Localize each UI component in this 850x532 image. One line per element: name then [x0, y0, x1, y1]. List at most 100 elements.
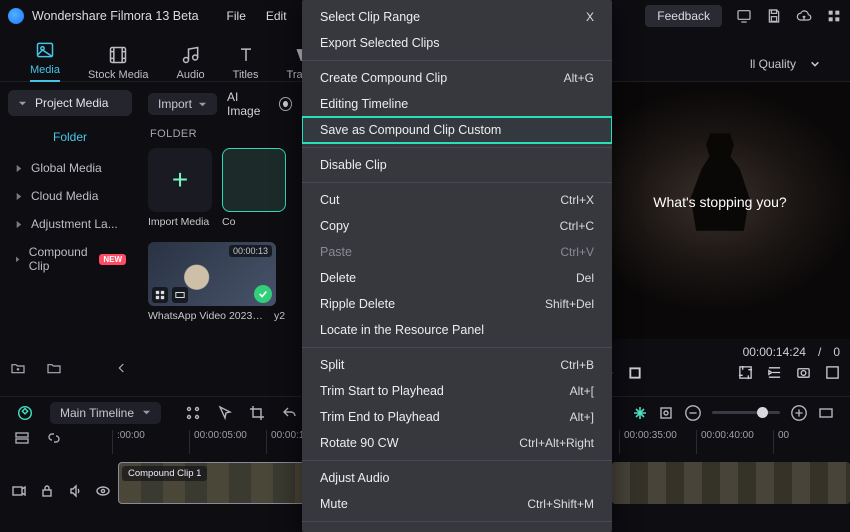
timeline-clip-label: Compound Clip 1 [122, 466, 207, 481]
quality-selector[interactable]: ll Quality [750, 57, 820, 81]
sparkle-icon[interactable] [632, 405, 648, 421]
timeline-clip-2[interactable] [612, 462, 850, 504]
ctx-trim-start[interactable]: Trim Start to PlayheadAlt+[ [302, 378, 612, 404]
chevron-down-icon [142, 408, 151, 417]
sidebar-bottom-tools [10, 360, 130, 376]
menu-file[interactable]: File [227, 9, 246, 23]
ctx-delete[interactable]: DeleteDel [302, 265, 612, 291]
crop-tool-icon[interactable] [249, 405, 265, 421]
time-total: 0 [833, 345, 840, 359]
marker-icon[interactable] [658, 405, 674, 421]
preview-canvas[interactable]: What's stopping you? [590, 82, 850, 339]
link-icon[interactable] [46, 430, 62, 446]
import-media-tile[interactable]: + [148, 148, 212, 212]
tab-media[interactable]: Media [30, 40, 60, 82]
clip-duration: 00:00:13 [229, 245, 272, 257]
project-media-selector[interactable]: Project Media [8, 90, 132, 116]
ctx-editing-timeline[interactable]: Editing Timeline [302, 91, 612, 117]
caret-right-icon [14, 192, 23, 201]
zoom-out-icon[interactable] [684, 404, 702, 422]
ctx-cut[interactable]: CutCtrl+X [302, 187, 612, 213]
grid-icon[interactable] [826, 8, 842, 24]
ctx-mute[interactable]: MuteCtrl+Shift+M [302, 491, 612, 517]
snapshot-icon[interactable] [796, 365, 811, 380]
collapse-left-icon[interactable] [114, 360, 130, 376]
feedback-button[interactable]: Feedback [645, 5, 722, 27]
cloud-upload-icon[interactable] [796, 8, 812, 24]
expand-icon[interactable] [825, 365, 840, 380]
ctx-select-clip-range[interactable]: Select Clip RangeX [302, 4, 612, 30]
zoom-slider[interactable] [712, 411, 780, 414]
record-icon[interactable] [279, 97, 292, 111]
track-head-controls [12, 484, 110, 498]
crop-icon[interactable] [738, 365, 753, 380]
project-media-label: Project Media [35, 96, 108, 110]
ctx-copy[interactable]: CopyCtrl+C [302, 213, 612, 239]
tab-audio-label: Audio [177, 69, 205, 81]
check-icon [254, 285, 272, 303]
folder-icon[interactable] [46, 360, 62, 376]
ctx-disable-clip[interactable]: Disable Clip [302, 152, 612, 178]
ctx-adjust-audio[interactable]: Adjust Audio [302, 465, 612, 491]
ctx-rotate[interactable]: Rotate 90 CWCtrl+Alt+Right [302, 430, 612, 456]
save-icon[interactable] [766, 8, 782, 24]
video-track-icon[interactable] [12, 484, 26, 498]
clip-thumbnail[interactable]: 00:00:13 [148, 242, 276, 306]
ai-image-button[interactable]: AI Image [227, 90, 269, 118]
chevron-down-icon [18, 99, 27, 108]
timeline-clip[interactable]: Compound Clip 1 [118, 462, 308, 504]
sidebar-item-compound-clip[interactable]: Compound Clip NEW [8, 238, 132, 280]
main-timeline-label: Main Timeline [60, 406, 134, 420]
tab-media-label: Media [30, 64, 60, 76]
visibility-icon[interactable] [96, 484, 110, 498]
menu-edit[interactable]: Edit [266, 9, 287, 23]
import-button[interactable]: Import [148, 93, 217, 115]
compound-indicator-icon[interactable] [16, 404, 34, 422]
ruler-tick: 00:00:35:00 [619, 430, 696, 454]
ctx-ripple-delete[interactable]: Ripple DeleteShift+Del [302, 291, 612, 317]
quality-label: ll Quality [750, 57, 796, 71]
zoom-in-icon[interactable] [790, 404, 808, 422]
mute-icon[interactable] [68, 484, 82, 498]
preview-caption: What's stopping you? [590, 194, 850, 210]
ctx-ai-vocal-remover[interactable]: AI Vocal Remover [302, 526, 612, 532]
ctx-export-selected[interactable]: Export Selected Clips [302, 30, 612, 56]
picture-icon [35, 40, 55, 60]
tab-stock-media[interactable]: Stock Media [88, 45, 149, 81]
app-icon [8, 8, 24, 24]
ctx-separator [302, 60, 612, 61]
ctx-create-compound[interactable]: Create Compound ClipAlt+G [302, 65, 612, 91]
folder-plus-icon[interactable] [10, 360, 26, 376]
tab-titles[interactable]: Titles [233, 45, 259, 81]
ctx-locate-resource[interactable]: Locate in the Resource Panel [302, 317, 612, 343]
music-icon [181, 45, 201, 65]
layers-icon[interactable] [14, 430, 30, 446]
caret-right-icon [14, 220, 23, 229]
stop-icon[interactable] [628, 366, 642, 380]
sidebar-item-adjustment[interactable]: Adjustment La... [8, 210, 132, 238]
main-timeline-selector[interactable]: Main Timeline [50, 402, 161, 424]
fit-icon[interactable] [818, 405, 834, 421]
compound-tile[interactable] [222, 148, 286, 212]
grid-tool-icon[interactable] [185, 405, 201, 421]
screen-icon[interactable] [736, 8, 752, 24]
preview-pane: What's stopping you? 00:00:14:24 / 0 [590, 82, 850, 382]
ctx-save-compound-custom[interactable]: Save as Compound Clip Custom [302, 117, 612, 143]
undo-icon[interactable] [281, 405, 297, 421]
sidebar-item-label: Compound Clip [29, 245, 92, 273]
folder-heading: Folder [8, 130, 132, 144]
media-panel: Import AI Image FOLDER + Import Media Co… [140, 82, 300, 380]
ctx-split[interactable]: SplitCtrl+B [302, 352, 612, 378]
pointer-tool-icon[interactable] [217, 405, 233, 421]
sidebar-item-cloud-media[interactable]: Cloud Media [8, 182, 132, 210]
sidebar-item-global-media[interactable]: Global Media [8, 154, 132, 182]
zoom-knob[interactable] [757, 407, 768, 418]
film-icon [108, 45, 128, 65]
ctx-trim-end[interactable]: Trim End to PlayheadAlt+] [302, 404, 612, 430]
grid-badge-icon [152, 287, 168, 303]
lock-icon[interactable] [40, 484, 54, 498]
folder-header: FOLDER [150, 128, 290, 140]
clip-name-2: y2 [274, 310, 285, 322]
tab-audio[interactable]: Audio [177, 45, 205, 81]
list-indent-icon[interactable] [767, 365, 782, 380]
